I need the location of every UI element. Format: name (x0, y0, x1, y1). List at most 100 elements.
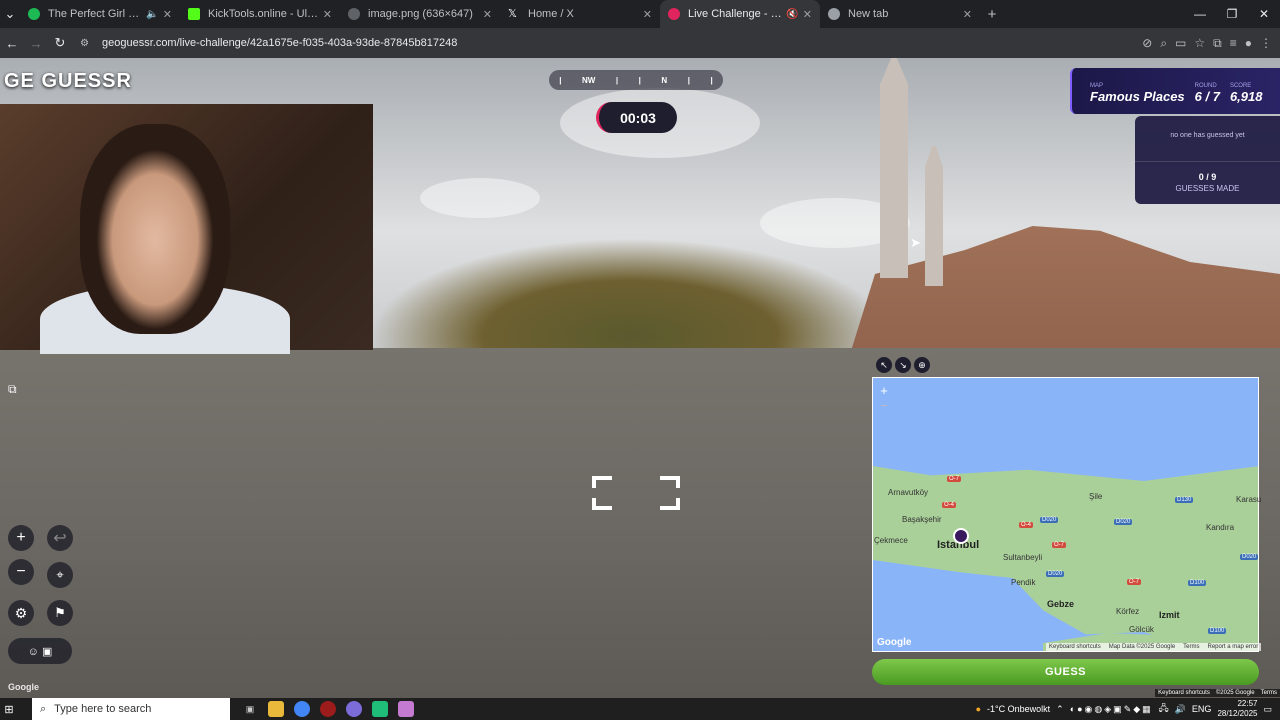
toolbar-icons: ⊘ ⌕ ▭ ☆ ⧉ ≡ ● ⋮ (1142, 36, 1280, 51)
extensions-icon[interactable]: ⧉ (1213, 36, 1222, 51)
cast-icon[interactable]: ▭ (1175, 36, 1186, 51)
url-field[interactable]: ⚙ geoguessr.com/live-challenge/42a1675e-… (80, 32, 1090, 54)
system-tray: ● -1°C Onbewolkt ⌃ ◐●◉◍◈▣✎◆▦ 🖧 🔊 ENG 22:… (976, 699, 1280, 719)
road-shield: D020 (1114, 519, 1133, 525)
road-shield: O-7 (1127, 579, 1142, 585)
clock[interactable]: 22:57 28/12/2025 (1217, 699, 1257, 719)
map-report-error-link[interactable]: Report a map error (1208, 644, 1259, 650)
guesses-panel: no one has guessed yet 0 / 9 GUESSES MAD… (1135, 116, 1280, 204)
menu-icon[interactable]: ⋮ (1260, 36, 1272, 51)
tab-geoguessr[interactable]: Live Challenge - GeoGuessr 🔇 ✕ (660, 0, 820, 28)
muted-speaker-icon[interactable]: 🔇 (786, 9, 798, 20)
map-zoom-controls: + − (876, 383, 892, 413)
taskbar-apps: ▣ (242, 701, 414, 717)
zoom-icon[interactable]: ⌕ (1160, 36, 1167, 51)
keyboard-shortcuts-link[interactable]: Keyboard shortcuts (1158, 690, 1210, 696)
compass-nw: NW (582, 75, 596, 85)
map-label: Arnavutköy (888, 488, 929, 497)
forward-icon[interactable]: → (24, 36, 48, 51)
tab-kicktools[interactable]: KickTools.online - Ultimate Kick ✕ (180, 0, 340, 28)
score-value: 6,918 (1229, 89, 1263, 104)
taskbar-search-field[interactable]: ⌕ Type here to search (32, 698, 230, 720)
clock-time: 22:57 (1237, 699, 1258, 708)
spotify-icon (28, 8, 40, 20)
minimize-icon[interactable]: — (1184, 0, 1216, 28)
settings-gear-icon[interactable]: ⚙ (8, 600, 34, 626)
tab-spotify[interactable]: The Perfect Girl • Mareux 🔈 ✕ (20, 0, 180, 28)
map-footer: Keyboard shortcuts Map Data ©2025 Google… (1046, 643, 1262, 651)
notifications-icon[interactable]: ▭ (1263, 704, 1272, 715)
map-zoom-out-icon[interactable]: − (880, 398, 888, 413)
map-label: Sultanbeyli (1003, 553, 1043, 562)
tab-image[interactable]: image.png (636×647) ✕ (340, 0, 500, 28)
tab-new[interactable]: New tab ✕ (820, 0, 980, 28)
chrome-icon[interactable] (294, 701, 310, 717)
windows-start-icon[interactable]: ⊞ (0, 698, 18, 720)
tab-search-icon[interactable]: ⌄ (0, 6, 20, 22)
map-shrink-icon[interactable]: ↘ (895, 357, 911, 373)
close-tab-icon[interactable]: ✕ (483, 8, 492, 21)
tab-x[interactable]: 𝕏 Home / X ✕ (500, 0, 660, 28)
language-indicator[interactable]: ENG (1192, 704, 1212, 714)
chat-icon[interactable]: ⧉ (8, 382, 26, 400)
chrome-icon (828, 8, 840, 20)
reload-icon[interactable]: ↻ (48, 35, 72, 51)
road-shield: D100 (1188, 580, 1207, 586)
road-shield: D020 (1240, 554, 1259, 560)
media-icon[interactable]: ≡ (1230, 36, 1237, 51)
site-info-icon[interactable]: ⚙ (80, 38, 96, 49)
round-value: 6 / 7 (1194, 89, 1220, 104)
address-bar-row: ← → ↻ ⚙ geoguessr.com/live-challenge/42a… (0, 28, 1280, 58)
taskbar: ⊞ ⌕ Type here to search ▣ ● -1°C Onbewol… (0, 698, 1280, 720)
close-window-icon[interactable]: ✕ (1248, 0, 1280, 28)
map-expand-icon[interactable]: ↖ (876, 357, 892, 373)
bookmark-star-icon[interactable]: ☆ (1194, 36, 1205, 51)
flag-icon[interactable]: ⚑ (47, 600, 73, 626)
fullscreen-icon[interactable] (592, 476, 680, 510)
close-tab-icon[interactable]: ✕ (963, 8, 972, 21)
back-icon[interactable]: ← (0, 36, 24, 51)
weather-text[interactable]: -1°C Onbewolkt (987, 704, 1050, 714)
return-to-start-button[interactable]: ⌖ (47, 562, 73, 588)
tab-bar: ⌄ The Perfect Girl • Mareux 🔈 ✕ KickTool… (0, 0, 1280, 28)
map-label: Şile (1089, 492, 1103, 501)
network-icon[interactable]: 🖧 (1159, 701, 1169, 717)
road-shield: O-7 (1052, 542, 1067, 548)
profile-icon[interactable]: ● (1245, 36, 1252, 51)
map-label: Karasu (1236, 495, 1262, 504)
new-tab-button[interactable]: + (980, 2, 1004, 26)
eye-off-icon[interactable]: ⊘ (1142, 36, 1152, 51)
map-zoom-in-icon[interactable]: + (880, 383, 888, 398)
app-icon[interactable] (372, 701, 388, 717)
close-tab-icon[interactable]: ✕ (643, 8, 652, 21)
guess-button[interactable]: GUESS (872, 659, 1259, 685)
undo-button[interactable]: ↩ (47, 525, 73, 551)
map-pin-toggle-icon[interactable]: ⊕ (914, 357, 930, 373)
map-label: Gebze (1047, 599, 1075, 609)
volume-icon[interactable]: 🔊 (1175, 704, 1186, 715)
speaker-icon[interactable]: 🔈 (146, 9, 158, 20)
close-tab-icon[interactable]: ✕ (803, 8, 812, 21)
restore-icon[interactable]: ❐ (1216, 0, 1248, 28)
tray-chevron-icon[interactable]: ⌃ (1056, 704, 1064, 715)
guesses-label: GUESSES MADE (1175, 184, 1240, 193)
players-icon[interactable]: ☺ ▣ (8, 638, 72, 664)
task-view-icon[interactable]: ▣ (242, 701, 258, 717)
tray-app-icons[interactable]: ◐●◉◍◈▣✎◆▦ (1070, 704, 1153, 715)
terms-link[interactable]: Terms (1261, 690, 1277, 696)
window-controls: — ❐ ✕ (1184, 0, 1280, 28)
file-explorer-icon[interactable] (268, 701, 284, 717)
map-keyboard-shortcuts-link[interactable]: Keyboard shortcuts (1049, 644, 1101, 650)
zoom-out-button[interactable]: − (8, 559, 34, 585)
close-tab-icon[interactable]: ✕ (163, 8, 172, 21)
map-label: Çekmece (874, 536, 908, 545)
app-icon[interactable] (398, 701, 414, 717)
mouse-cursor-icon: ➤ (910, 235, 921, 250)
close-tab-icon[interactable]: ✕ (323, 8, 332, 21)
globe-icon (348, 8, 360, 20)
map-label: Körfez (1116, 607, 1140, 616)
map-terms-link[interactable]: Terms (1183, 644, 1199, 650)
discord-icon[interactable] (346, 701, 362, 717)
obs-icon[interactable] (320, 701, 336, 717)
zoom-in-button[interactable]: + (8, 525, 34, 551)
